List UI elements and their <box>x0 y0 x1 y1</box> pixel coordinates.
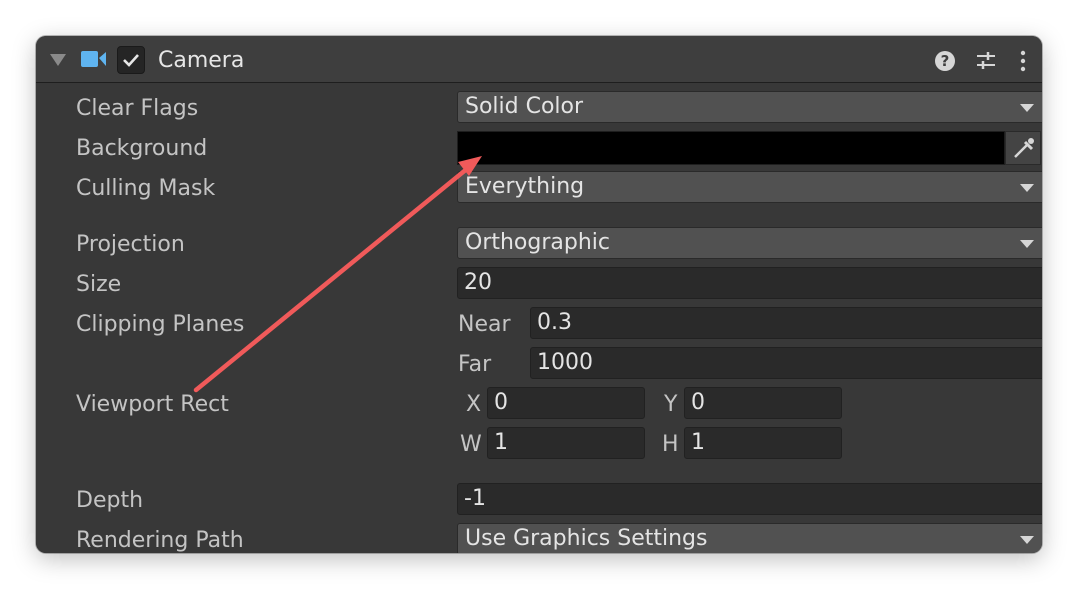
annotation-arrow <box>193 156 482 393</box>
inspector-window: Camera ? Clear Flags Solid Color Backgro… <box>36 36 1042 553</box>
